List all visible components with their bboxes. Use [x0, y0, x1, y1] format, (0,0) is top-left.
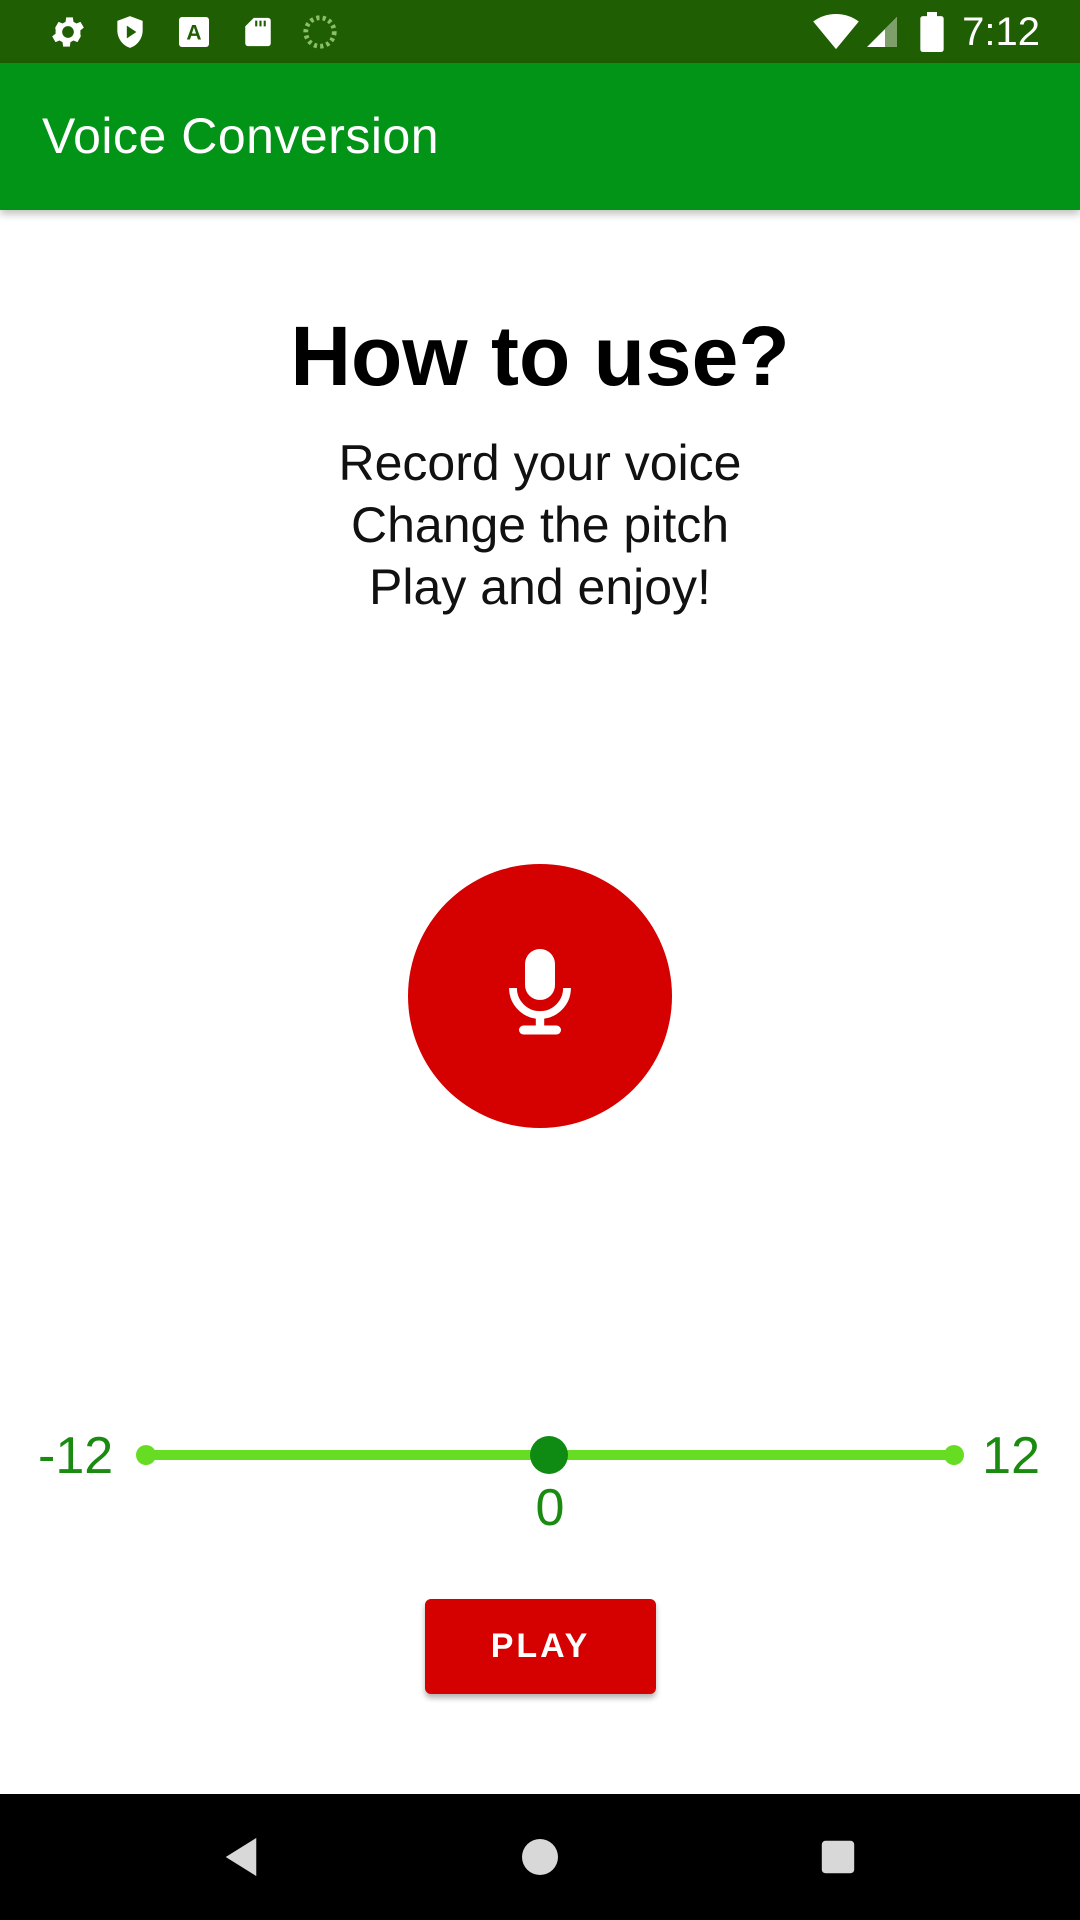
microphone-icon [504, 948, 576, 1044]
battery-icon [914, 10, 950, 54]
instruction-line: Change the pitch [350, 497, 730, 553]
page-heading: How to use? [290, 309, 790, 403]
home-icon[interactable] [507, 1824, 573, 1890]
instruction-line: Play and enjoy! [369, 559, 711, 615]
slider-min-label: -12 [38, 1427, 114, 1485]
loading-circle-icon [298, 10, 342, 54]
shield-icon [108, 10, 152, 54]
record-button[interactable] [408, 864, 672, 1128]
slider-min-tick [136, 1445, 156, 1465]
app-title: Voice Conversion [42, 108, 440, 164]
slider-max-label: 12 [982, 1427, 1040, 1485]
slider-max-tick [944, 1445, 964, 1465]
font-a-icon: A [172, 10, 216, 54]
slider-value-label: 0 [535, 1479, 565, 1537]
sd-card-icon [236, 10, 280, 54]
instruction-line: Record your voice [338, 435, 742, 491]
instructions: Record your voice Change the pitch Play … [0, 432, 1080, 618]
navigation-bar [0, 1794, 1080, 1920]
app-bar: Voice Conversion [0, 63, 1080, 210]
pitch-slider-thumb[interactable] [530, 1436, 568, 1474]
gear-icon [46, 10, 90, 54]
status-bar: A 7:12 [0, 0, 1080, 63]
wifi-icon [812, 10, 860, 54]
status-time: 7:12 [962, 10, 1040, 54]
cell-signal-icon [862, 10, 902, 54]
svg-text:A: A [186, 22, 201, 45]
recents-icon[interactable] [805, 1824, 871, 1890]
back-icon[interactable] [208, 1824, 274, 1890]
play-button[interactable]: PLAY [425, 1599, 656, 1694]
